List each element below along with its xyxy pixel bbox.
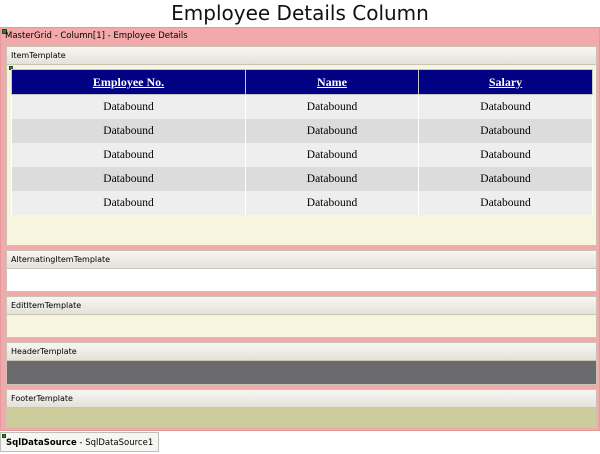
page-title: Employee Details Column xyxy=(171,1,429,25)
alternating-item-template-body[interactable] xyxy=(7,269,596,291)
table-row: Databound Databound Databound xyxy=(11,191,593,215)
employee-grid[interactable]: Employee No. Name Salary Databound Datab… xyxy=(11,69,593,215)
item-template-body[interactable]: Employee No. Name Salary Databound Datab… xyxy=(7,65,596,259)
table-cell: Databound xyxy=(245,94,419,119)
column-header-name[interactable]: Name xyxy=(245,69,419,95)
edit-item-template-body[interactable] xyxy=(7,315,596,337)
datasource-type: SqlDataSource xyxy=(6,438,77,448)
template-header-footer: FooterTemplate xyxy=(7,390,596,408)
header-template-body[interactable] xyxy=(7,361,596,384)
template-header-item: ItemTemplate xyxy=(7,47,596,65)
table-cell: Databound xyxy=(418,143,593,167)
datasource-id: - SqlDataSource1 xyxy=(76,438,154,448)
table-row: Databound Databound Databound xyxy=(11,167,593,191)
table-cell: Databound xyxy=(245,143,419,167)
table-cell: Databound xyxy=(418,94,593,119)
footer-template-region[interactable]: FooterTemplate xyxy=(6,389,597,428)
item-template-region[interactable]: ItemTemplate Employee No. Name Salary Da… xyxy=(6,46,597,259)
table-row: Databound Databound Databound xyxy=(11,94,593,119)
table-cell: Databound xyxy=(245,191,419,215)
table-row: Databound Databound Databound xyxy=(11,119,593,143)
table-cell: Databound xyxy=(245,167,419,191)
table-cell: Databound xyxy=(418,167,593,191)
template-header-edit: EditItemTemplate xyxy=(7,297,596,315)
datasource-glyph-icon xyxy=(2,434,6,438)
table-row: Databound Databound Databound xyxy=(11,143,593,167)
footer-template-body[interactable] xyxy=(7,408,596,427)
header-template-region[interactable]: HeaderTemplate xyxy=(6,342,597,385)
employee-grid-header-row: Employee No. Name Salary xyxy=(11,69,593,95)
grid-caption: MasterGrid - Column[1] - Employee Detail… xyxy=(5,31,188,41)
table-cell: Databound xyxy=(418,119,593,143)
edit-item-template-region[interactable]: EditItemTemplate xyxy=(6,296,597,338)
table-cell: Databound xyxy=(11,94,246,119)
sql-datasource-control[interactable]: SqlDataSource - SqlDataSource1 xyxy=(0,432,160,452)
master-grid-designer[interactable]: MasterGrid - Column[1] - Employee Detail… xyxy=(0,27,600,431)
table-cell: Databound xyxy=(11,119,246,143)
table-cell: Databound xyxy=(11,143,246,167)
table-cell: Databound xyxy=(11,167,246,191)
table-cell: Databound xyxy=(11,191,246,215)
template-header-header: HeaderTemplate xyxy=(7,343,596,361)
table-cell: Databound xyxy=(245,119,419,143)
column-header-salary[interactable]: Salary xyxy=(418,69,593,95)
table-cell: Databound xyxy=(418,191,593,215)
alternating-item-template-region[interactable]: AlternatingItemTemplate xyxy=(6,250,597,292)
template-header-alternating: AlternatingItemTemplate xyxy=(7,251,596,269)
column-header-employee-no[interactable]: Employee No. xyxy=(11,69,246,95)
